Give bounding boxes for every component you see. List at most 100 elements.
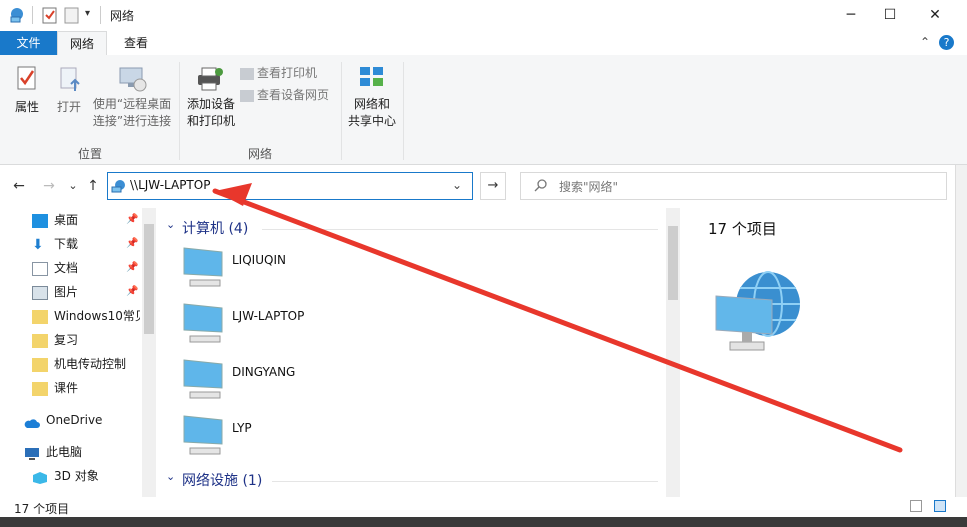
- sidebar-scroll-thumb[interactable]: [144, 224, 154, 334]
- computer-name[interactable]: LYP: [232, 421, 252, 435]
- cloud-icon: [24, 414, 40, 428]
- large-icons-view-icon[interactable]: [934, 500, 946, 512]
- forward-button[interactable]: →: [40, 177, 58, 195]
- close-button[interactable]: ✕: [912, 0, 958, 31]
- address-dropdown-icon[interactable]: ⌄: [452, 178, 462, 192]
- sidebar-item-label: 机电传动控制: [54, 357, 127, 371]
- background-window-edge: [955, 165, 967, 497]
- network-infrastructure-group-header[interactable]: 网络设施 (1): [182, 470, 262, 490]
- network-center-label-1: 网络和: [353, 97, 390, 111]
- computer-name[interactable]: DINGYANG: [232, 365, 295, 379]
- up-button[interactable]: ↑: [84, 177, 102, 195]
- computer-name[interactable]: LJW-LAPTOP: [232, 309, 304, 323]
- sidebar-item-downloads[interactable]: ⬇ 下载: [24, 233, 140, 255]
- network-globe-icon: [712, 268, 804, 363]
- computer-icon: [183, 415, 223, 455]
- computer-item[interactable]: [180, 412, 380, 464]
- 3d-object-icon: [32, 470, 48, 484]
- tab-file[interactable]: 文件: [0, 31, 57, 55]
- tab-view[interactable]: 查看: [112, 31, 160, 55]
- network-center-icon: [358, 65, 398, 96]
- search-icon: [534, 178, 548, 195]
- properties-quick-icon[interactable]: [42, 6, 60, 24]
- add-devices-label-2: 和打印机: [186, 114, 235, 128]
- computer-item[interactable]: [180, 356, 380, 408]
- maximize-button[interactable]: ☐: [867, 0, 913, 31]
- sidebar-item-label: 文档: [54, 261, 79, 275]
- new-folder-quick-icon[interactable]: [64, 6, 82, 24]
- printer-icon: [194, 65, 238, 96]
- sidebar-item-label: 3D 对象: [54, 469, 99, 483]
- sidebar-item-label: 桌面: [54, 213, 79, 227]
- group-collapse-icon[interactable]: ⌄: [166, 470, 175, 483]
- go-button[interactable]: →: [480, 172, 506, 200]
- content-scroll-thumb[interactable]: [668, 226, 678, 300]
- view-printers-icon: [240, 67, 254, 80]
- add-devices-label-1: 添加设备: [186, 97, 235, 111]
- view-device-webpage-icon: [240, 89, 254, 102]
- sidebar-item-electromechanical[interactable]: 机电传动控制: [24, 353, 140, 375]
- location-group-title: 位置: [77, 147, 102, 161]
- status-item-count: 17 个项目: [14, 502, 70, 516]
- pictures-icon: [32, 285, 48, 300]
- pin-icon: 📌: [126, 286, 139, 297]
- open-label: 打开: [56, 100, 81, 114]
- remote-desktop-button[interactable]: 使用“远程桌面 连接”进行连接: [90, 65, 174, 135]
- computers-group-header[interactable]: 计算机 (4): [182, 218, 248, 238]
- computer-icon: [183, 303, 223, 343]
- network-group-title: 网络: [247, 147, 272, 161]
- window-title: 网络: [110, 9, 135, 23]
- open-icon: [58, 65, 86, 96]
- pin-icon: 📌: [126, 214, 139, 225]
- sidebar-item-3d-objects[interactable]: 3D 对象: [24, 465, 140, 487]
- view-device-webpage-button[interactable]: 查看设备网页: [240, 86, 329, 104]
- ribbon-separator: [179, 62, 180, 160]
- sidebar-item-desktop[interactable]: 桌面: [24, 209, 140, 231]
- sidebar-item-documents[interactable]: 文档: [24, 257, 140, 279]
- folder-icon: [32, 309, 48, 324]
- details-view-icon[interactable]: [910, 500, 922, 512]
- view-printers-button[interactable]: 查看打印机: [240, 64, 317, 82]
- group-divider: [272, 481, 658, 482]
- open-button[interactable]: 打开: [52, 65, 86, 123]
- network-sharing-center-button[interactable]: 网络和 共享中心: [346, 65, 398, 135]
- sidebar-item-label: 此电脑: [46, 445, 83, 459]
- back-button[interactable]: ←: [10, 177, 28, 195]
- address-text[interactable]: \\LJW-LAPTOP: [130, 178, 210, 192]
- details-item-count: 17 个项目: [708, 220, 777, 238]
- remote-desktop-icon: [118, 65, 174, 96]
- help-icon[interactable]: ?: [939, 35, 954, 50]
- recent-locations-button[interactable]: ⌄: [64, 177, 82, 195]
- search-input[interactable]: 搜索"网络": [559, 178, 618, 195]
- folder-icon: [32, 333, 48, 348]
- properties-icon: [16, 65, 44, 96]
- sidebar-item-courseware[interactable]: 课件: [24, 377, 140, 399]
- network-app-icon[interactable]: [8, 6, 26, 24]
- sidebar-item-onedrive[interactable]: OneDrive: [16, 409, 132, 431]
- sidebar-item-label: 课件: [54, 381, 79, 395]
- computer-name[interactable]: LIQIUQIN: [232, 253, 286, 267]
- sidebar-item-pictures[interactable]: 图片: [24, 281, 140, 303]
- computer-icon: [183, 359, 223, 399]
- sidebar-item-label: Windows10常见: [54, 309, 140, 323]
- computer-item[interactable]: [180, 244, 380, 296]
- properties-button[interactable]: 属性: [10, 65, 44, 123]
- sidebar-item-label: OneDrive: [46, 413, 103, 427]
- pin-icon: 📌: [126, 262, 139, 273]
- computer-icon: [183, 247, 223, 287]
- group-collapse-icon[interactable]: ⌄: [166, 218, 175, 231]
- quick-access-dropdown-icon[interactable]: ▾: [85, 8, 90, 19]
- add-devices-printers-button[interactable]: 添加设备 和打印机: [184, 65, 238, 135]
- computer-icon: [24, 446, 40, 460]
- title-bar: [0, 0, 967, 31]
- tab-network[interactable]: 网络: [57, 31, 107, 55]
- download-icon: ⬇: [32, 236, 44, 253]
- ribbon-collapse-icon[interactable]: ⌃: [920, 35, 930, 49]
- document-icon: [32, 261, 48, 276]
- ribbon-separator-2: [341, 62, 342, 160]
- sidebar-item-review[interactable]: 复习: [24, 329, 140, 351]
- computer-item[interactable]: [180, 300, 380, 352]
- title-divider: [32, 6, 33, 24]
- sidebar-item-this-pc[interactable]: 此电脑: [16, 441, 132, 463]
- sidebar-item-windows10[interactable]: Windows10常见: [24, 305, 140, 327]
